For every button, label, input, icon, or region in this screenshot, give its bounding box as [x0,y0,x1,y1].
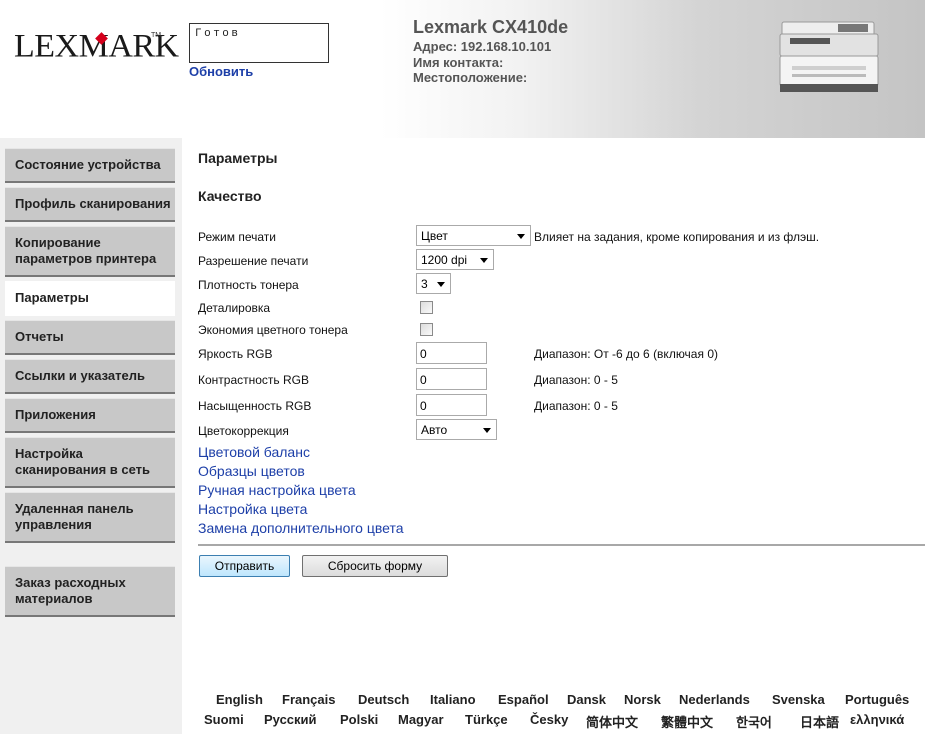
enhance-fine-lines-checkbox[interactable] [420,301,433,314]
print-resolution-value: 1200 dpi [421,253,468,267]
submit-button[interactable]: Отправить [199,555,290,577]
color-correction-label: Цветокоррекция [198,424,289,438]
sidebar-item-device-status[interactable]: Состояние устройства [5,148,175,183]
header: LEXMARK TM Готов Обновить Lexmark CX410d… [0,0,925,138]
color-saver-checkbox[interactable] [420,323,433,336]
language-link-simplified-chinese[interactable]: 简体中文 [586,712,638,731]
sidebar-item-label: Настройка сканирования в сеть [15,446,151,477]
print-resolution-select[interactable]: 1200 dpi [416,249,494,270]
printer-model-name: Lexmark CX410de [413,17,569,37]
language-link-hungarian[interactable]: Magyar [398,712,444,727]
rgb-saturation-input[interactable]: 0 [416,394,487,416]
printer-address: Адрес: 192.168.10.101 [413,39,552,54]
sidebar-item-scan-profile[interactable]: Профиль сканирования [5,187,175,222]
print-mode-note: Влияет на задания, кроме копирования и и… [534,230,820,244]
printer-contact: Имя контакта: [413,54,504,70]
sidebar-item-applications[interactable]: Приложения [5,398,175,433]
spot-color-replacement-link[interactable]: Замена дополнительного цвета [198,520,404,536]
color-correction-value: Авто [421,423,448,437]
rgb-saturation-range-note: Диапазон: 0 - 5 [534,399,618,413]
color-balance-link[interactable]: Цветовой баланс [198,444,310,460]
rgb-contrast-range-note: Диапазон: 0 - 5 [534,373,618,387]
language-link-finnish[interactable]: Suomi [204,712,244,727]
language-link-dutch[interactable]: Nederlands [679,692,750,707]
rgb-saturation-value: 0 [420,399,427,413]
language-link-english[interactable]: English [216,692,263,707]
color-saver-label: Экономия цветного тонера [198,323,348,337]
toner-darkness-label: Плотность тонера [198,278,299,292]
language-link-spanish[interactable]: Español [498,692,549,707]
rgb-brightness-value: 0 [420,347,427,361]
sidebar-item-remote-operator-panel[interactable]: Удаленная панель управления [5,492,175,543]
sidebar-item-label: Удаленная панель управления [15,501,134,532]
sidebar-item-order-supplies[interactable]: Заказ расходных материалов [5,566,175,617]
rgb-saturation-label: Насыщенность RGB [198,399,312,413]
enhance-fine-lines-label: Деталировка [198,301,271,315]
rgb-brightness-label: Яркость RGB [198,347,273,361]
page-title: Параметры [198,150,278,166]
sidebar-item-label: Отчеты [15,329,64,344]
sidebar-item-label: Приложения [15,407,96,422]
language-link-greek[interactable]: ελληνικά [850,712,904,727]
sidebar-item-scan-to-network[interactable]: Настройка сканирования в сеть [5,437,175,488]
language-link-french[interactable]: Français [282,692,335,707]
language-link-russian[interactable]: Русский [264,712,317,727]
color-samples-link[interactable]: Образцы цветов [198,463,305,479]
lexmark-logo: LEXMARK [14,28,179,68]
language-link-norwegian[interactable]: Norsk [624,692,661,707]
form-divider [198,544,925,546]
rgb-brightness-input[interactable]: 0 [416,342,487,364]
sidebar-item-label: Параметры [15,290,89,305]
reset-form-button[interactable]: Сбросить форму [302,555,448,577]
rgb-contrast-value: 0 [420,373,427,387]
toner-darkness-select[interactable]: 3 [416,273,451,294]
sidebar-item-settings[interactable]: Параметры [5,281,175,316]
language-link-turkish[interactable]: Türkçe [465,712,508,727]
language-link-danish[interactable]: Dansk [567,692,606,707]
language-link-traditional-chinese[interactable]: 繁體中文 [661,712,713,731]
color-correction-select[interactable]: Авто [416,419,497,440]
rgb-contrast-label: Контрастность RGB [198,373,310,387]
language-link-italian[interactable]: Italiano [430,692,476,707]
printer-location: Местоположение: [413,70,528,85]
sidebar-item-label: Копирование параметров принтера [15,235,157,266]
language-link-swedish[interactable]: Svenska [772,692,825,707]
language-link-german[interactable]: Deutsch [358,692,409,707]
printer-image [779,21,879,92]
sidebar-item-links-index[interactable]: Ссылки и указатель [5,359,175,394]
sidebar-item-label: Профиль сканирования [15,196,171,211]
manual-color-link[interactable]: Ручная настройка цвета [198,482,356,498]
rgb-contrast-input[interactable]: 0 [416,368,487,390]
refresh-link[interactable]: Обновить [189,64,253,79]
language-link-korean[interactable]: 한국어 [736,712,772,731]
sidebar-item-label: Состояние устройства [15,157,161,172]
print-mode-select[interactable]: Цвет [416,225,531,246]
sidebar-item-label: Ссылки и указатель [15,368,146,383]
sidebar-item-reports[interactable]: Отчеты [5,320,175,355]
color-adjust-link[interactable]: Настройка цвета [198,501,307,517]
printer-info: Адрес: 192.168.10.101 Имя контакта: Мест… [413,39,551,86]
section-title: Качество [198,188,262,204]
printer-status-display: Готов [189,23,329,63]
language-link-japanese[interactable]: 日本語 [800,712,839,731]
language-link-polish[interactable]: Polski [340,712,378,727]
rgb-brightness-range-note: Диапазон: От -6 до 6 (включая 0) [534,347,718,361]
print-mode-value: Цвет [421,229,448,243]
toner-darkness-value: 3 [421,277,428,291]
logo-trademark: TM [151,32,162,39]
print-mode-label: Режим печати [198,230,276,244]
print-resolution-label: Разрешение печати [198,254,309,268]
language-link-czech[interactable]: Česky [530,712,568,727]
sidebar-item-copy-printer-settings[interactable]: Копирование параметров принтера [5,226,175,277]
language-link-portuguese[interactable]: Português [845,692,909,707]
sidebar-item-label: Заказ расходных материалов [15,575,126,606]
